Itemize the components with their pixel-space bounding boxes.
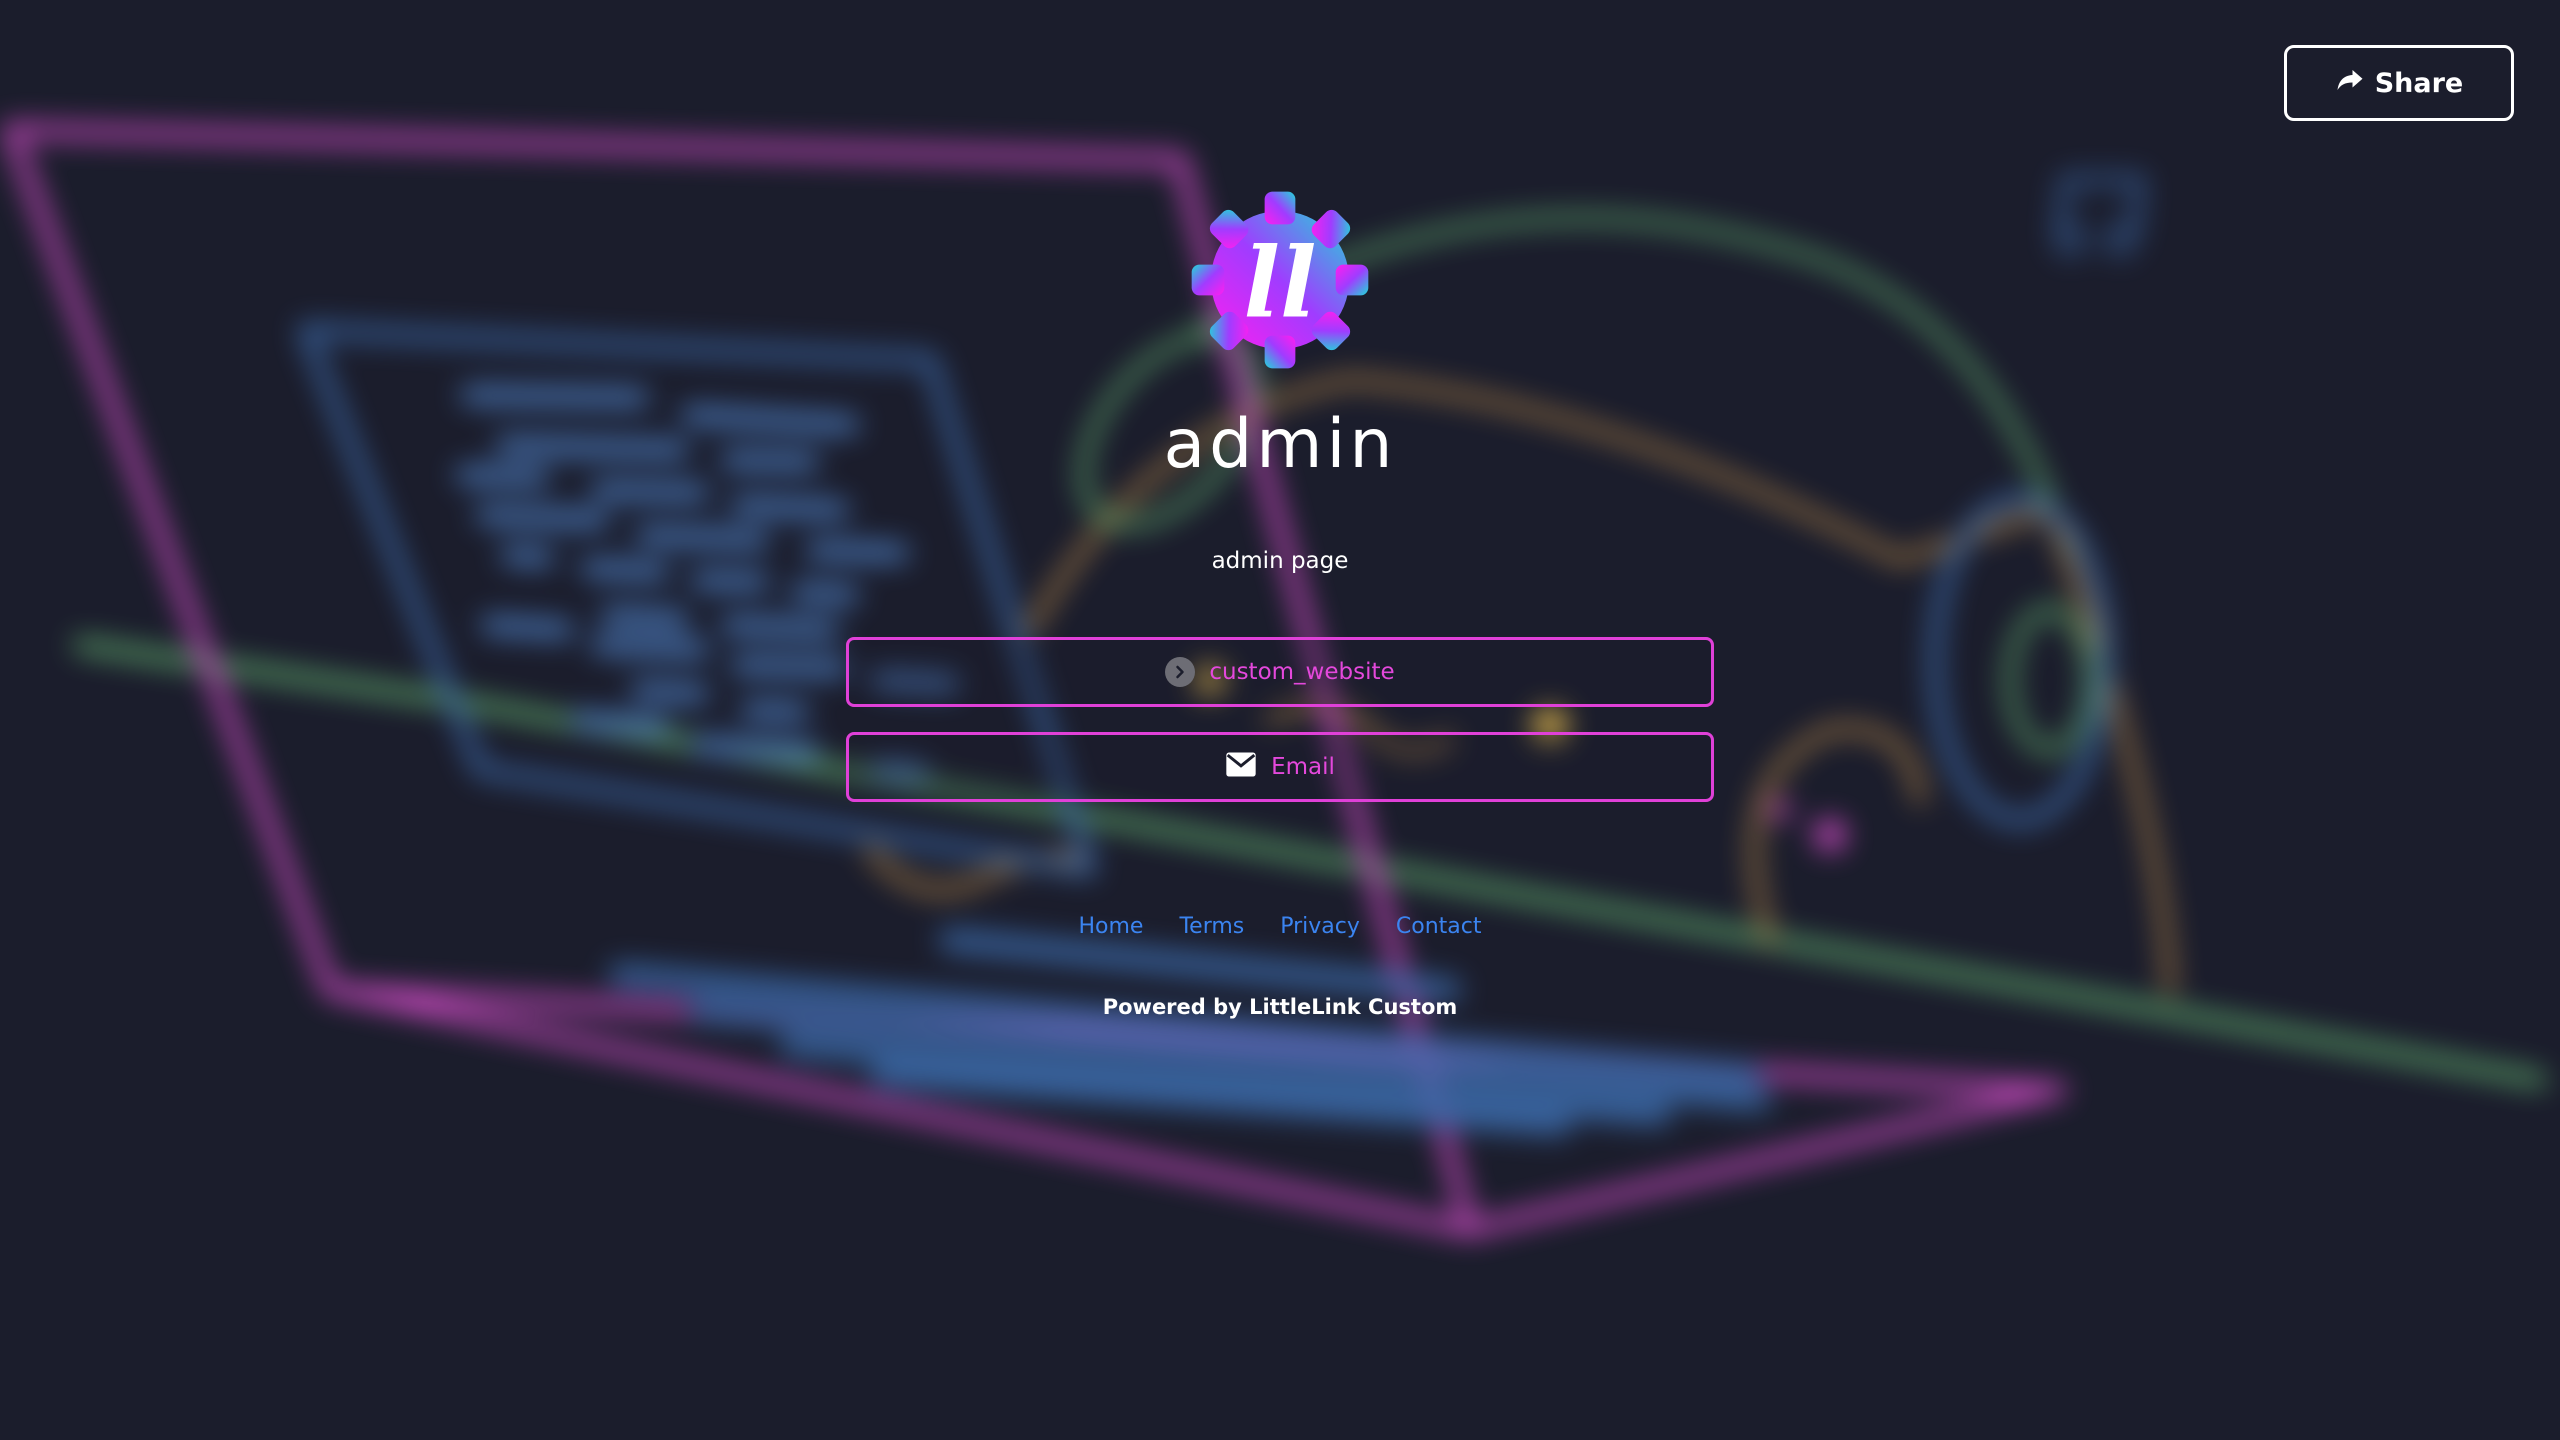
svg-text:ll: ll bbox=[1244, 226, 1317, 339]
footer-link-privacy[interactable]: Privacy bbox=[1280, 914, 1360, 939]
littlelink-gear-logo: ll bbox=[1191, 191, 1369, 369]
share-button[interactable]: Share bbox=[2284, 45, 2514, 121]
footer-link-contact[interactable]: Contact bbox=[1396, 914, 1482, 939]
share-arrow-icon bbox=[2335, 65, 2365, 102]
custom-website-button[interactable]: custom_website bbox=[846, 637, 1714, 707]
powered-by-credit[interactable]: Powered by LittleLink Custom bbox=[0, 995, 2560, 1019]
profile-description: admin page bbox=[1211, 548, 1349, 574]
email-button[interactable]: Email bbox=[846, 732, 1714, 802]
chevron-right-circle-icon bbox=[1165, 657, 1196, 687]
footer-link-terms[interactable]: Terms bbox=[1179, 914, 1244, 939]
footer-nav: Home Terms Privacy Contact bbox=[0, 914, 2560, 939]
profile-name: admin bbox=[1163, 405, 1397, 484]
custom-website-label: custom_website bbox=[1209, 659, 1395, 685]
profile-logo: ll bbox=[1184, 184, 1376, 376]
footer-link-home[interactable]: Home bbox=[1078, 914, 1143, 939]
share-label: Share bbox=[2374, 67, 2464, 99]
email-label: Email bbox=[1271, 754, 1335, 780]
envelope-icon bbox=[1225, 751, 1257, 784]
